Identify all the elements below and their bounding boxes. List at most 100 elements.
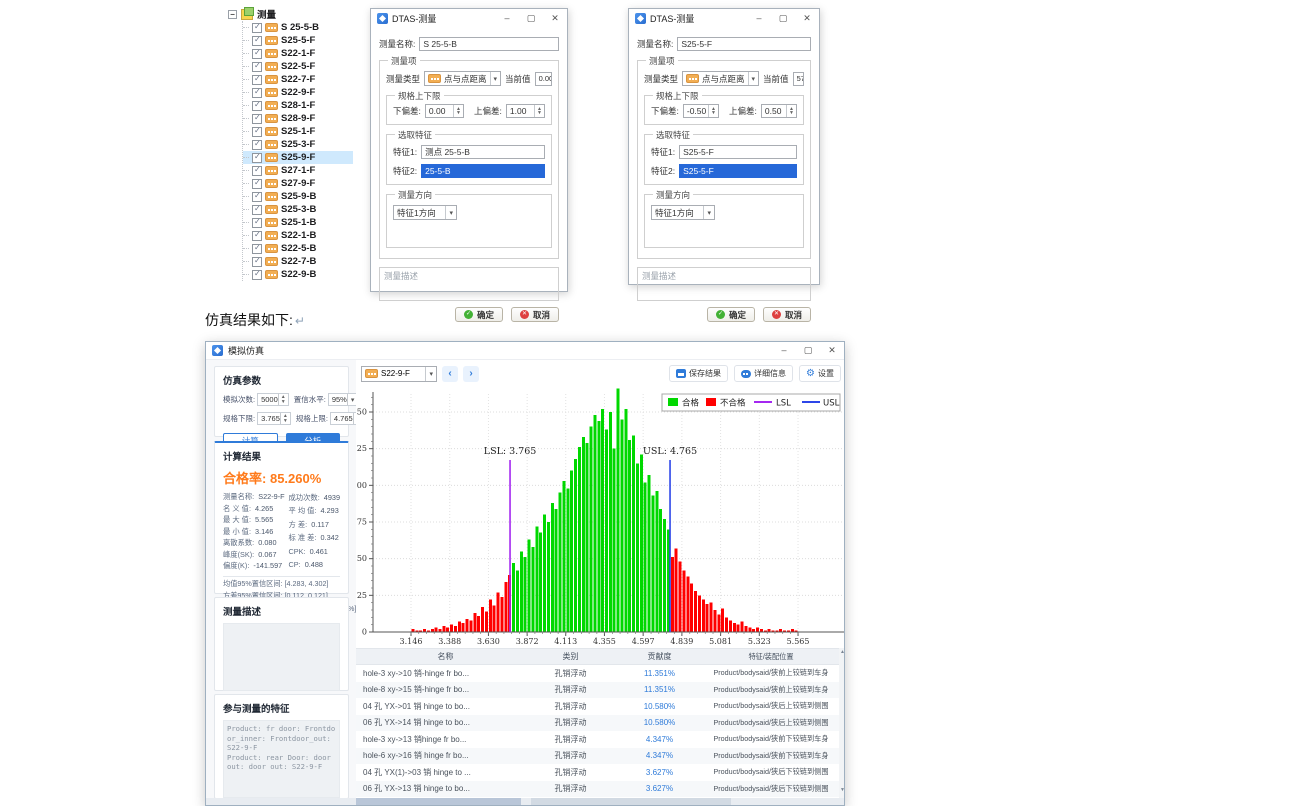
table-row[interactable]: hole-8 xy->15 销-hinge fr bo...孔销浮动11.351… [356, 682, 839, 699]
cancel-button[interactable]: ✕取消 [763, 307, 811, 322]
tree-item[interactable]: S25-5-F [243, 34, 353, 47]
direction-select[interactable]: 特征1方向 ▾ [651, 205, 715, 220]
checkbox-icon[interactable] [252, 101, 262, 111]
collapse-icon[interactable]: − [228, 10, 237, 19]
tree-item[interactable]: S22-5-B [243, 242, 353, 255]
checkbox-icon[interactable] [252, 153, 262, 163]
upper-deviation-input[interactable]: 1.00▲▼ [506, 104, 545, 118]
tree-item[interactable]: S28-9-F [243, 112, 353, 125]
scrollbar-thumb[interactable] [356, 798, 521, 805]
measure-name-input[interactable]: S 25-5-B [419, 37, 559, 51]
confidence-select[interactable]: 95%▾ [328, 393, 359, 406]
close-icon[interactable]: ✕ [549, 13, 561, 24]
checkbox-icon[interactable] [252, 244, 262, 254]
checkbox-icon[interactable] [252, 205, 262, 215]
measure-name-input[interactable]: S25-5-F [677, 37, 811, 51]
tree-item[interactable]: S22-1-B [243, 229, 353, 242]
ok-button[interactable]: ✓确定 [455, 307, 503, 322]
measure-type-select[interactable]: 点与点距离 ▾ [424, 71, 501, 86]
checkbox-icon[interactable] [252, 270, 262, 280]
checkbox-icon[interactable] [252, 231, 262, 241]
ok-button[interactable]: ✓确定 [707, 307, 755, 322]
tree-item[interactable]: S22-7-F [243, 73, 353, 86]
tree-item[interactable]: S25-3-B [243, 203, 353, 216]
spinner-arrows-icon[interactable]: ▲▼ [708, 105, 718, 117]
tree-item[interactable]: S22-9-B [243, 268, 353, 281]
lower-deviation-input[interactable]: 0.00▲▼ [425, 104, 464, 118]
tree-item[interactable]: S 25-5-B [243, 21, 353, 34]
settings-button[interactable]: ⚙设置 [799, 365, 841, 382]
tree-item[interactable]: S28-1-F [243, 99, 353, 112]
minimize-icon[interactable]: – [753, 13, 765, 24]
tree-item[interactable]: S25-9-B [243, 190, 353, 203]
checkbox-icon[interactable] [252, 62, 262, 72]
checkbox-icon[interactable] [252, 257, 262, 267]
tree-item[interactable]: S27-1-F [243, 164, 353, 177]
checkbox-icon[interactable] [252, 49, 262, 59]
close-icon[interactable]: ✕ [801, 13, 813, 24]
scroll-up-icon[interactable]: ▲ [839, 648, 845, 657]
checkbox-icon[interactable] [252, 114, 262, 124]
upper-deviation-input[interactable]: 0.50▲▼ [761, 104, 797, 118]
table-row[interactable]: hole-3 xy->13 销hinge fr bo...孔销浮动4.347%P… [356, 731, 839, 748]
scroll-down-icon[interactable]: ▼ [839, 786, 845, 795]
current-value-input[interactable]: 57746 [793, 72, 804, 86]
dialog-titlebar[interactable]: DTAS-测量 – ▢ ✕ [371, 9, 567, 27]
table-row[interactable]: hole-3 xy->10 销-hinge fr bo...孔销浮动11.351… [356, 665, 839, 682]
tree-item[interactable]: S25-9-F [243, 151, 353, 164]
table-row[interactable]: hole-6 xy->16 销 hinge fr bo...孔销浮动4.347%… [356, 748, 839, 765]
tree-item[interactable]: S22-7-B [243, 255, 353, 268]
tree-root-row[interactable]: − 测量 [228, 7, 353, 21]
feature2-input[interactable]: 25-5-B [421, 164, 545, 178]
cancel-button[interactable]: ✕取消 [511, 307, 559, 322]
checkbox-icon[interactable] [252, 36, 262, 46]
checkbox-icon[interactable] [252, 218, 262, 228]
description-box[interactable] [223, 623, 340, 691]
features-box[interactable]: Product: fr door: Frontdoor_inner: Front… [223, 720, 340, 798]
feature2-input[interactable]: S25-5-F [679, 164, 797, 178]
tree-item[interactable]: S22-5-F [243, 60, 353, 73]
measure-type-select[interactable]: 点与点距离 ▾ [682, 71, 759, 86]
tree-item[interactable]: S22-9-F [243, 86, 353, 99]
dialog-titlebar[interactable]: DTAS-测量 – ▢ ✕ [629, 9, 819, 27]
checkbox-icon[interactable] [252, 23, 262, 33]
checkbox-icon[interactable] [252, 127, 262, 137]
current-value-input[interactable]: 0.00168006 [535, 72, 552, 86]
close-icon[interactable]: ✕ [826, 345, 838, 356]
table-row[interactable]: 06 孔 YX->13 销 hinge to bo...孔销浮动3.627%Pr… [356, 781, 839, 798]
tree-item[interactable]: S27-9-F [243, 177, 353, 190]
table-row[interactable]: 06 孔 YX->14 销 hinge to bo...孔销浮动10.580%P… [356, 715, 839, 732]
feature1-input[interactable]: S25-5-F [679, 145, 797, 159]
window-titlebar[interactable]: 模拟仿真 – ▢ ✕ [206, 342, 844, 360]
checkbox-icon[interactable] [252, 179, 262, 189]
checkbox-icon[interactable] [252, 88, 262, 98]
maximize-icon[interactable]: ▢ [802, 345, 814, 356]
detail-info-button[interactable]: 详细信息 [734, 365, 793, 382]
minimize-icon[interactable]: – [501, 13, 513, 24]
table-scrollbar[interactable]: ▲ ▼ [839, 648, 845, 806]
spinner-arrows-icon[interactable]: ▲▼ [786, 105, 796, 117]
checkbox-icon[interactable] [252, 75, 262, 85]
tree-item[interactable]: S25-1-B [243, 216, 353, 229]
tree-item[interactable]: S25-1-F [243, 125, 353, 138]
direction-select[interactable]: 特征1方向 ▾ [393, 205, 457, 220]
spinner-arrows-icon[interactable]: ▲▼ [280, 413, 290, 424]
next-button[interactable]: › [463, 366, 479, 382]
maximize-icon[interactable]: ▢ [525, 13, 537, 24]
horizontal-scrollbar[interactable] [206, 798, 845, 805]
tree-item[interactable]: S22-1-F [243, 47, 353, 60]
spec-lower-input[interactable]: 3.765▲▼ [257, 412, 291, 425]
minimize-icon[interactable]: – [778, 345, 790, 356]
spinner-arrows-icon[interactable]: ▲▼ [534, 105, 544, 117]
table-row[interactable]: 04 孔 YX->01 销 hinge to bo...孔销浮动10.580%P… [356, 698, 839, 715]
checkbox-icon[interactable] [252, 192, 262, 202]
measure-description-textarea[interactable]: 测量描述 [379, 267, 559, 301]
spinner-arrows-icon[interactable]: ▲▼ [278, 394, 288, 405]
runs-input[interactable]: 5000▲▼ [257, 393, 289, 406]
prev-button[interactable]: ‹ [442, 366, 458, 382]
measurement-select[interactable]: S22-9-F ▾ [361, 366, 437, 382]
table-row[interactable]: 04 孔 YX(1)->03 销 hinge to ...孔销浮动3.627%P… [356, 764, 839, 781]
feature1-input[interactable]: 测点 25-5-B [421, 145, 545, 159]
tree-item[interactable]: S25-3-F [243, 138, 353, 151]
spinner-arrows-icon[interactable]: ▲▼ [453, 105, 463, 117]
